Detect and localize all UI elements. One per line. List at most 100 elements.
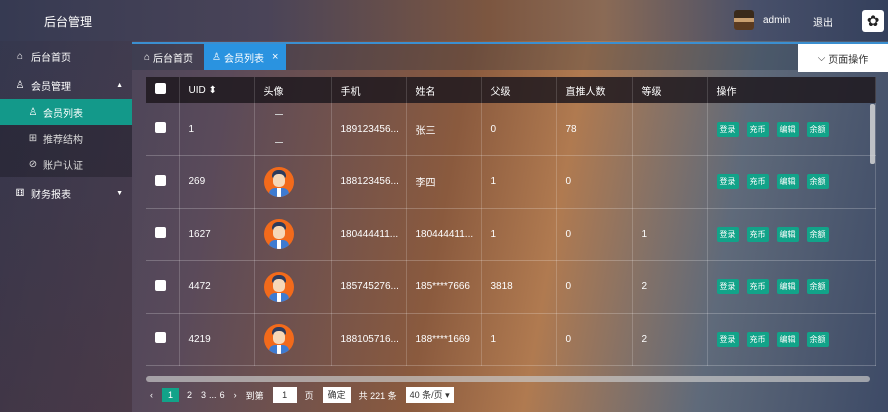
action-button[interactable]: 编辑 <box>776 279 799 295</box>
sidebar-item-member[interactable]: ♙ 会员管理 ▲ <box>0 71 132 99</box>
sidebar-item-label: 账户认证 <box>43 160 83 172</box>
cell-name: 180444411... <box>406 208 482 261</box>
cell-direct: 0 <box>556 208 633 261</box>
action-button[interactable]: 余额 <box>806 174 829 190</box>
tree-icon: ⊞ <box>28 132 38 144</box>
action-button[interactable]: 充币 <box>746 121 769 137</box>
goto-confirm-button[interactable]: 确定 <box>322 387 351 403</box>
action-button[interactable]: 充币 <box>746 174 769 190</box>
sort-icon[interactable]: ⬍ <box>209 85 217 96</box>
action-button[interactable]: 编辑 <box>776 121 799 137</box>
page-1[interactable]: 1 <box>162 388 180 402</box>
col-avatar: 头像 <box>254 77 332 103</box>
chevron-down-icon: ⌵ <box>817 52 826 64</box>
action-button[interactable]: 充币 <box>746 226 769 242</box>
caret-up-icon: ▲ <box>116 81 123 89</box>
action-button[interactable]: 余额 <box>806 279 829 295</box>
flower-icon[interactable]: ✿ <box>862 10 884 32</box>
tab-bar: ⌂ 后台首页 ♙ 会员列表 × ⌵ 页面操作 <box>132 42 888 72</box>
sidebar-item-account-verify[interactable]: ⊘ 账户认证 <box>0 151 132 177</box>
username[interactable]: admin <box>763 15 790 26</box>
col-name: 姓名 <box>406 77 482 103</box>
action-button[interactable]: 编辑 <box>776 226 799 242</box>
cell-parent: 0 <box>481 103 557 156</box>
row-checkbox[interactable] <box>155 174 166 186</box>
close-icon[interactable]: × <box>272 51 278 63</box>
tab-home[interactable]: ⌂ 后台首页 <box>136 44 201 70</box>
action-button[interactable]: 登录 <box>716 331 739 347</box>
cell-actions: 登录 充币 编辑 余额 <box>707 155 876 209</box>
cell-actions: 登录 充币 编辑 余额 <box>707 103 876 156</box>
action-button[interactable]: 充币 <box>746 331 769 347</box>
avatar <box>263 166 294 197</box>
sidebar-item-label: 会员管理 <box>31 81 71 93</box>
cell-name: 185****7666 <box>406 260 482 314</box>
check-circle-icon: ⊘ <box>28 158 38 170</box>
row-checkbox[interactable] <box>155 332 166 344</box>
logout-link[interactable]: 退出 <box>813 14 833 29</box>
table-row: 4472 185745276... 185****7666 3818 0 2 登录 充币 编辑余… <box>146 260 876 314</box>
table-row: 269 188123456... 李四 1 0 登录 充币 编辑 余额 <box>146 155 876 209</box>
col-direct: 直推人数 <box>556 77 633 103</box>
cell-uid: 269 <box>179 155 255 209</box>
page-ellipsis: ... <box>209 390 217 400</box>
cell-level: 2 <box>632 313 708 366</box>
row-checkbox[interactable] <box>155 279 166 291</box>
action-button[interactable]: 登录 <box>716 279 739 295</box>
col-level: 等级 <box>632 77 708 103</box>
pagination: ‹ 1 2 3 ... 6 › 到第 1 页 确定 共 221 条 40 条/页… <box>150 386 454 404</box>
sidebar-item-label: 会员列表 <box>43 108 83 120</box>
action-button[interactable]: 登录 <box>716 121 739 137</box>
page-ops-label: 页面操作 <box>828 54 869 66</box>
tab-label: 后台首页 <box>153 53 194 65</box>
avatar <box>263 271 294 302</box>
avatar <box>263 324 294 355</box>
sidebar-item-finance[interactable]: ⚅ 财务报表 ▼ <box>0 179 132 207</box>
table-row: 4219 188105716... 188****1669 1 0 2 登录 充币 编辑 余额 <box>146 313 876 366</box>
per-page-select[interactable]: 40 条/页 ▾ <box>405 387 454 403</box>
cell-parent: 1 <box>481 155 557 209</box>
action-button[interactable]: 登录 <box>716 226 739 242</box>
col-uid[interactable]: UID ⬍ <box>179 77 255 103</box>
cell-phone: 188123456... <box>331 155 407 209</box>
page-ops-button[interactable]: ⌵ 页面操作 <box>798 44 888 72</box>
select-all-checkbox[interactable] <box>155 83 166 94</box>
goto-label: 到第 <box>245 390 264 401</box>
cell-name: 李四 <box>406 155 482 209</box>
action-button[interactable]: 编辑 <box>776 331 799 347</box>
page-3[interactable]: 3 <box>201 390 206 400</box>
row-checkbox[interactable] <box>155 227 166 239</box>
vertical-scrollbar[interactable] <box>870 104 875 164</box>
goto-page-input[interactable]: 1 <box>272 387 297 403</box>
horizontal-scrollbar[interactable] <box>146 376 870 382</box>
page-6[interactable]: 6 <box>220 390 225 400</box>
cell-direct: 0 <box>556 313 633 366</box>
avatar-placeholder <box>264 114 294 144</box>
next-page-icon[interactable]: › <box>234 390 237 400</box>
action-button[interactable]: 编辑 <box>776 174 799 190</box>
sidebar-item-member-list[interactable]: ♙ 会员列表 <box>0 99 132 125</box>
action-button[interactable]: 登录 <box>716 174 739 190</box>
tab-member-list[interactable]: ♙ 会员列表 × <box>204 44 287 70</box>
sidebar-item-label: 财务报表 <box>31 189 71 201</box>
cell-phone: 188105716... <box>331 313 407 366</box>
row-checkbox[interactable] <box>155 122 166 133</box>
page-2[interactable]: 2 <box>187 390 192 400</box>
cell-level: 2 <box>632 260 708 314</box>
action-button[interactable]: 余额 <box>806 331 829 347</box>
prev-page-icon[interactable]: ‹ <box>150 390 153 400</box>
sidebar-item-referral[interactable]: ⊞ 推荐结构 <box>0 125 132 151</box>
action-button[interactable]: 充币 <box>746 279 769 295</box>
cell-level <box>632 155 708 209</box>
cell-phone: 185745276... <box>331 260 407 314</box>
chart-icon: ⚅ <box>15 187 25 199</box>
action-button[interactable]: 余额 <box>806 121 829 137</box>
cell-uid: 1 <box>179 103 255 156</box>
user-avatar[interactable] <box>734 10 754 30</box>
cell-phone: 180444411... <box>331 208 407 261</box>
app-title: 后台管理 <box>44 15 93 29</box>
col-parent: 父级 <box>481 77 557 103</box>
col-phone: 手机 <box>331 77 407 103</box>
action-button[interactable]: 余额 <box>806 226 829 242</box>
sidebar-item-home[interactable]: ⌂ 后台首页 <box>0 42 132 70</box>
